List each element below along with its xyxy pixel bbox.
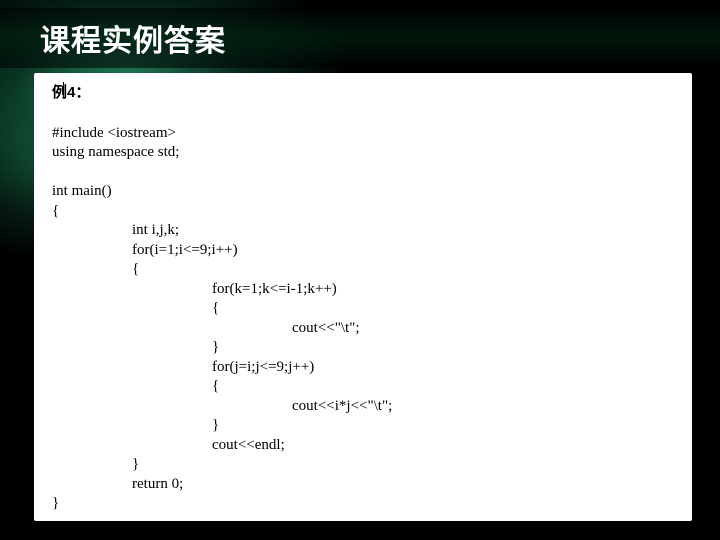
- code-line: {: [52, 260, 674, 280]
- code-line: return 0;: [52, 475, 674, 495]
- code-line: }: [52, 338, 674, 358]
- code-line: #include <iostream>: [52, 125, 176, 141]
- text-cursor-icon: [63, 82, 64, 97]
- code-line: for(k=1;k<=i-1;k++): [52, 280, 674, 300]
- title-bar: 课程实例答案: [0, 8, 720, 68]
- code-line: }: [52, 455, 674, 475]
- slide: 课程实例答案 例4： #include <iostream> using nam…: [0, 0, 720, 540]
- code-line: cout<<endl;: [52, 436, 674, 456]
- code-line: }: [52, 416, 674, 436]
- code-line: for(i=1;i<=9;i++): [52, 241, 674, 261]
- example-label: 例4：: [52, 81, 674, 102]
- code-line: {: [52, 299, 674, 319]
- code-line: cout<<i*j<<"\t";: [52, 397, 674, 417]
- code-line: {: [52, 203, 59, 219]
- code-line: {: [52, 377, 674, 397]
- code-line: for(j=i;j<=9;j++): [52, 358, 674, 378]
- code-line: int i,j,k;: [52, 221, 674, 241]
- code-block: #include <iostream> using namespace std;…: [52, 104, 674, 514]
- slide-title: 课程实例答案: [40, 16, 226, 60]
- code-line: using namespace std;: [52, 144, 179, 160]
- code-line: }: [52, 495, 59, 511]
- code-line: int main(): [52, 183, 112, 199]
- content-panel: 例4： #include <iostream> using namespace …: [34, 73, 692, 521]
- example-label-text: 例4：: [52, 84, 90, 101]
- code-line: cout<<"\t";: [52, 319, 674, 339]
